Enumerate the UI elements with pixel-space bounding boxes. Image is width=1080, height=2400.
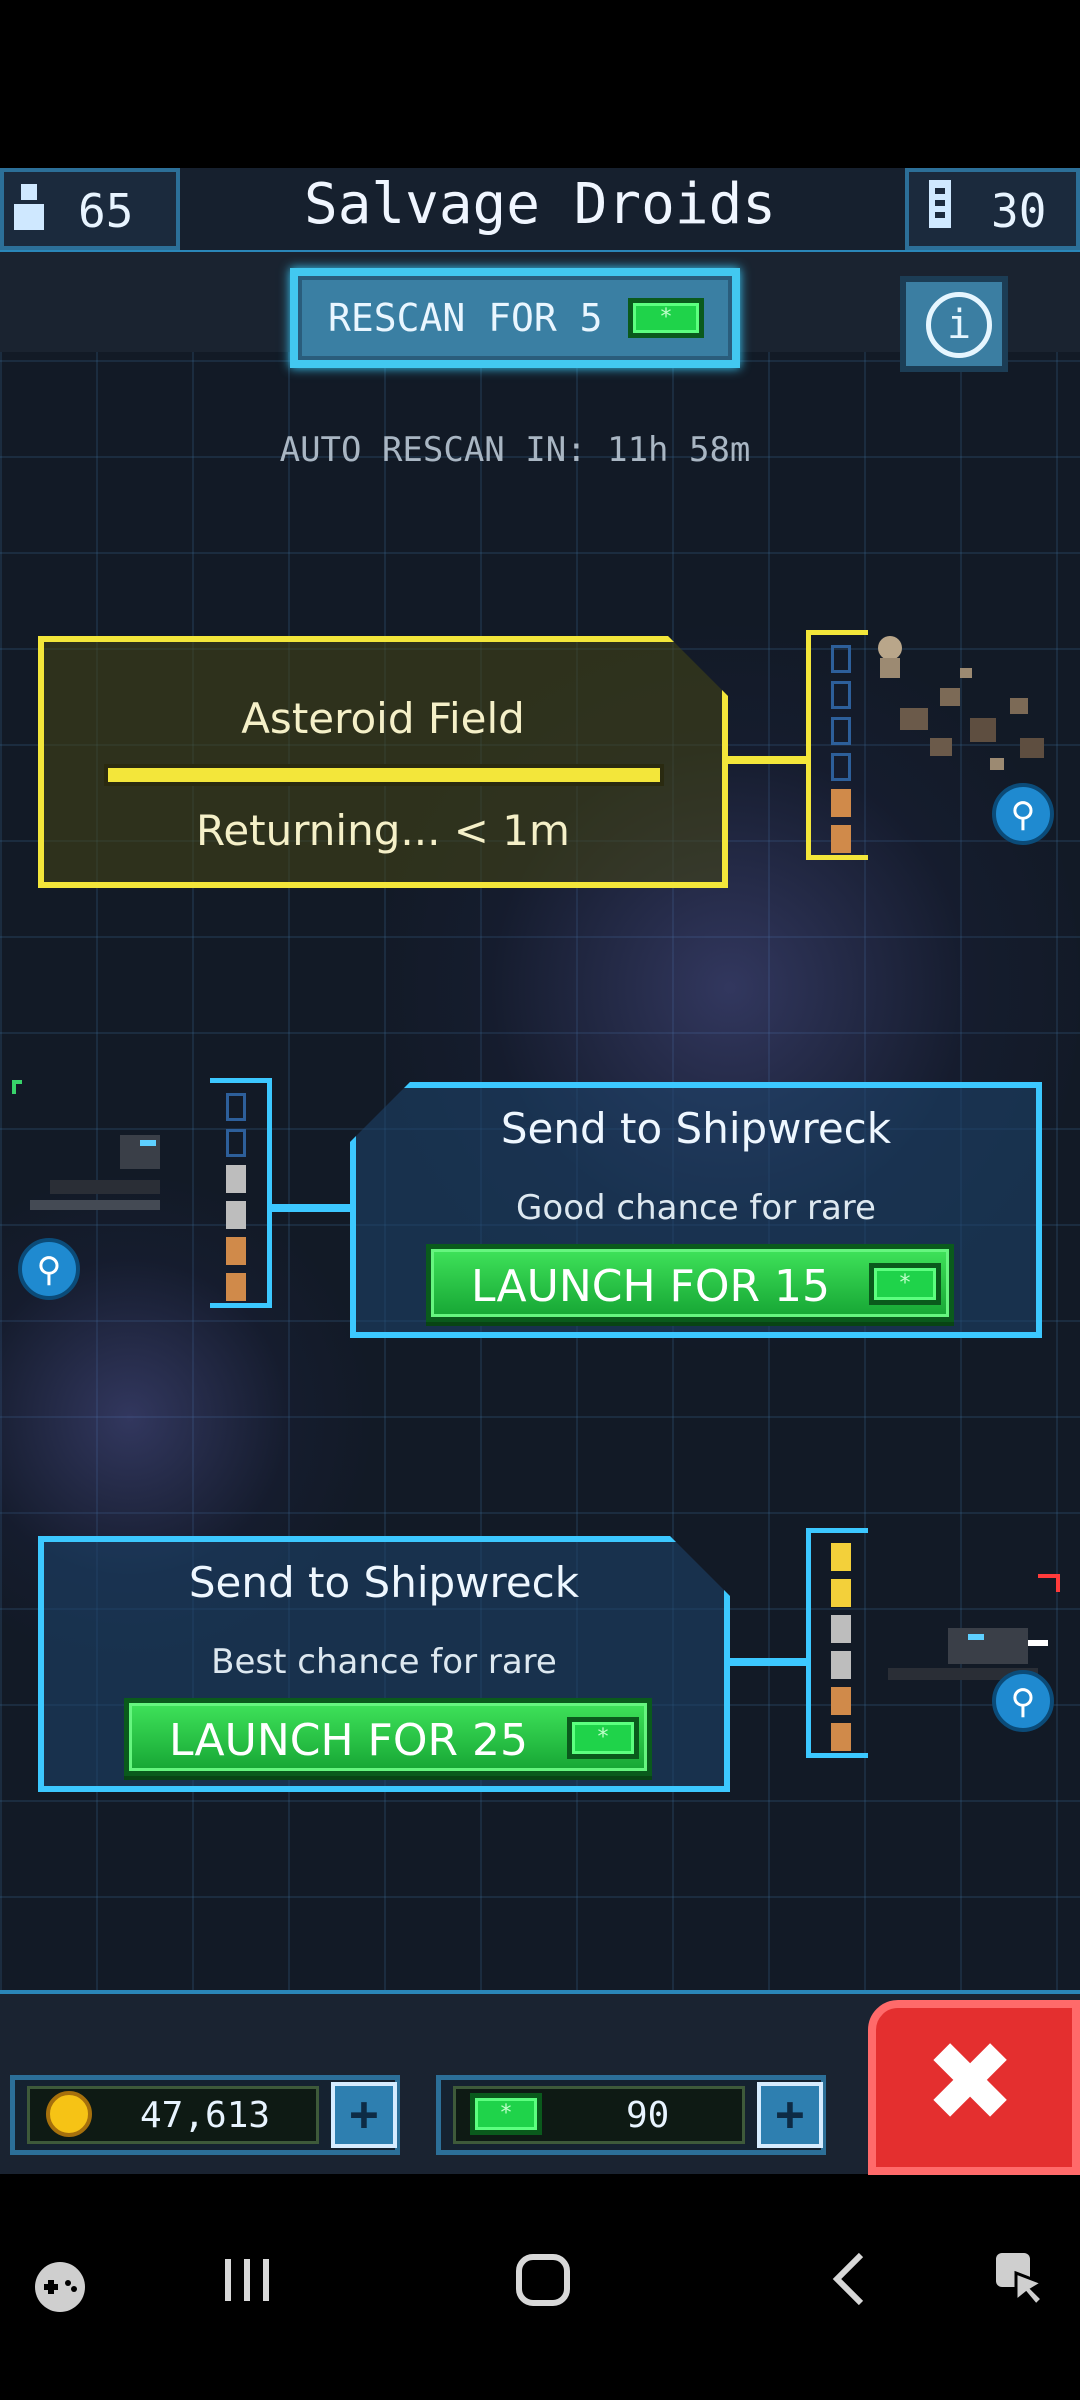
auto-rescan-timer: AUTO RESCAN IN: 11h 58m (279, 430, 751, 470)
droid-count: 30 (991, 184, 1047, 238)
mission-slots (210, 1078, 272, 1308)
info-button[interactable]: i (900, 276, 1008, 372)
system-nav-bar (0, 2175, 1080, 2400)
gem-amount: 90 (626, 2095, 670, 2136)
mission-title: Send to Shipwreck (500, 1104, 892, 1153)
launch-button[interactable]: LAUNCH FOR 15 * (426, 1244, 954, 1322)
slot-filled (831, 1687, 851, 1715)
game-launcher-icon[interactable] (30, 2259, 90, 2319)
mission-card-asteroid[interactable]: Asteroid Field Returning... < 1m (38, 636, 728, 888)
mission-title: Asteroid Field (241, 694, 525, 743)
rescan-label: RESCAN FOR 5 (328, 296, 603, 340)
magnifier-icon: ⚲ (1010, 1682, 1036, 1722)
rescan-button[interactable]: RESCAN FOR 5 * (290, 268, 740, 368)
mission-slots (806, 630, 868, 860)
slot-filled (226, 1201, 246, 1229)
coin-counter: 47,613 + (10, 2075, 400, 2155)
slot-empty (226, 1129, 246, 1157)
mission-card-shipwreck-1[interactable]: Send to Shipwreck Good chance for rare L… (350, 1082, 1042, 1338)
close-icon: ✖ (924, 2018, 1017, 2146)
mission-subtitle: Best chance for rare (211, 1642, 557, 1682)
accessibility-icon[interactable] (990, 2249, 1050, 2319)
magnifier-icon: ⚲ (36, 1250, 62, 1290)
droid-icon (927, 178, 953, 230)
gem-icon: * (628, 298, 704, 338)
launch-button[interactable]: LAUNCH FOR 25 * (124, 1698, 652, 1776)
slot-filled (831, 825, 851, 853)
slot-filled (226, 1237, 246, 1265)
crew-count: 65 (78, 184, 134, 238)
slot-filled (831, 1651, 851, 1679)
mission-connector (730, 1658, 810, 1666)
gem-counter: * 90 + (436, 2075, 826, 2155)
slot-filled (831, 1579, 851, 1607)
slot-empty (831, 645, 851, 673)
droid-counter: 30 (905, 168, 1080, 250)
mission-connector (272, 1204, 352, 1212)
add-gems-button[interactable]: + (757, 2082, 823, 2148)
slot-filled (831, 1615, 851, 1643)
slot-filled (831, 1723, 851, 1751)
mission-card-shipwreck-2[interactable]: Send to Shipwreck Best chance for rare L… (38, 1536, 730, 1792)
add-coins-button[interactable]: + (331, 2082, 397, 2148)
mission-connector (728, 756, 808, 764)
crew-counter: 65 (0, 168, 180, 250)
game-area: 65 Salvage Droids 30 RESCAN FOR 5 * i AU… (0, 168, 1080, 2158)
mission-slots (806, 1528, 868, 1758)
gem-icon: * (470, 2093, 542, 2135)
slot-filled (226, 1165, 246, 1193)
slot-empty (831, 681, 851, 709)
mission-progress-track (104, 764, 664, 786)
info-icon: i (926, 292, 992, 358)
home-icon[interactable] (508, 2249, 578, 2319)
slot-filled (831, 1543, 851, 1571)
mission-status: Returning... < 1m (196, 806, 570, 855)
zoom-button[interactable]: ⚲ (18, 1238, 80, 1300)
coin-amount: 47,613 (140, 2095, 271, 2136)
launch-label: LAUNCH FOR 15 (471, 1261, 831, 1312)
coin-display: 47,613 (27, 2086, 319, 2144)
mission-progress-fill (108, 768, 660, 782)
slot-filled (831, 789, 851, 817)
slot-empty (831, 753, 851, 781)
zoom-button[interactable]: ⚲ (992, 783, 1054, 845)
mission-subtitle: Good chance for rare (516, 1188, 876, 1228)
slot-empty (226, 1093, 246, 1121)
magnifier-icon: ⚲ (1010, 795, 1036, 835)
gem-display: * 90 (453, 2086, 745, 2144)
coin-icon (46, 2091, 92, 2137)
mission-title: Send to Shipwreck (188, 1558, 580, 1607)
gem-icon: * (567, 1717, 639, 1759)
slot-filled (226, 1273, 246, 1301)
person-icon (12, 182, 46, 234)
zoom-button[interactable]: ⚲ (992, 1670, 1054, 1732)
recent-apps-icon[interactable] (212, 2249, 282, 2319)
page-title: Salvage Droids (303, 172, 776, 237)
launch-label: LAUNCH FOR 25 (169, 1715, 529, 1766)
close-button[interactable]: ✖ (868, 2000, 1080, 2175)
gem-icon: * (869, 1263, 941, 1305)
asteroid-field-image (870, 628, 1060, 808)
slot-empty (831, 717, 851, 745)
back-icon[interactable] (820, 2249, 880, 2319)
